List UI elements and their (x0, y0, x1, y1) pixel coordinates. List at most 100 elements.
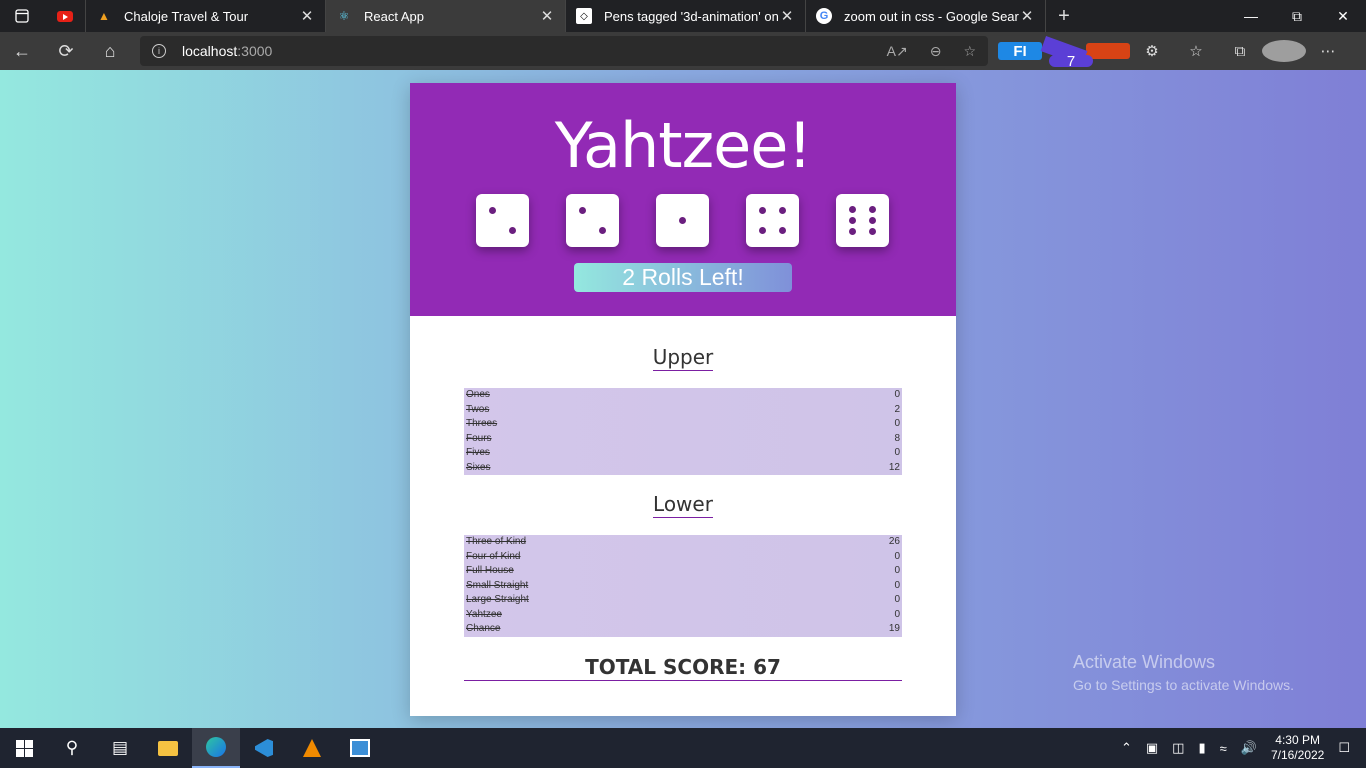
home-icon[interactable]: ⌂ (88, 32, 132, 70)
die-pip (759, 207, 766, 214)
profile-avatar[interactable] (1262, 40, 1306, 62)
tab-react-app[interactable]: ⚛ React App ✕ (326, 0, 566, 32)
display-icon[interactable]: ◫ (1172, 740, 1184, 756)
react-icon: ⚛ (338, 9, 350, 23)
vscode-icon[interactable] (240, 728, 288, 768)
task-view-icon[interactable]: ▤ (96, 728, 144, 768)
rule-score: 0 (894, 579, 900, 591)
die-pip (869, 228, 876, 235)
die-pip (869, 206, 876, 213)
rule-row[interactable]: Fours 8 (464, 432, 902, 447)
roll-button[interactable]: 2 Rolls Left! (574, 263, 792, 292)
rule-row[interactable]: Ones 0 (464, 388, 902, 403)
tab-title: React App (364, 8, 424, 24)
chevron-up-icon[interactable]: ⌃ (1121, 740, 1132, 756)
battery-icon[interactable]: ▮ (1198, 740, 1205, 756)
minimize-icon[interactable]: — (1228, 0, 1274, 32)
extensions-area: FI 7 ⚙ ☆ ⧉ ⋯ (998, 35, 1350, 69)
die-4[interactable] (746, 194, 799, 247)
page-viewport: Yahtzee! 2 Rolls Left! Upper Ones 0 Twos 2 T… (0, 70, 1366, 728)
vlc-icon[interactable] (288, 728, 336, 768)
more-menu-icon[interactable]: ⋯ (1306, 42, 1350, 60)
tab-actions-icon[interactable] (0, 0, 44, 32)
die-1[interactable] (476, 194, 529, 247)
rule-score: 0 (894, 594, 900, 605)
rule-row[interactable]: Fives 0 (464, 446, 902, 461)
zoom-out-icon[interactable]: ⊖ (930, 43, 942, 60)
rule-row[interactable]: Chance 19 (464, 622, 902, 637)
url-host: localhost (182, 43, 238, 59)
extension-stack-icon[interactable]: 7 (1040, 35, 1094, 69)
search-icon[interactable]: ⚲ (48, 728, 96, 768)
rule-row[interactable]: Three of Kind 26 (464, 535, 902, 550)
rule-row[interactable]: Twos 2 (464, 403, 902, 418)
rule-score: 0 (894, 565, 900, 576)
tab-youtube[interactable] (44, 0, 86, 32)
edge-icon[interactable] (192, 728, 240, 768)
rule-row[interactable]: Large Straight 0 (464, 593, 902, 608)
close-tab-icon[interactable]: ✕ (299, 7, 315, 25)
rule-row[interactable]: Threes 0 (464, 417, 902, 432)
codepen-icon: ◇ (576, 8, 592, 24)
watermark-title: Activate Windows (1073, 652, 1216, 672)
wifi-icon[interactable]: ≈ (1220, 741, 1227, 756)
die-pip (849, 206, 856, 213)
score-table: Upper Ones 0 Twos 2 Threes 0 Fours 8 Fives 0 Sixes… (410, 345, 956, 681)
start-icon[interactable] (0, 728, 48, 768)
die-3[interactable] (656, 194, 709, 247)
close-window-icon[interactable]: ✕ (1320, 0, 1366, 32)
rule-score: 26 (888, 536, 900, 547)
tab-google[interactable]: G zoom out in css - Google Search ✕ (806, 0, 1046, 32)
clock[interactable]: 4:30 PM 7/16/2022 (1271, 733, 1324, 763)
add-favorite-icon[interactable]: ☆ (963, 43, 976, 60)
close-tab-icon[interactable]: ✕ (539, 7, 555, 25)
volume-icon[interactable]: 🔊 (1241, 740, 1257, 756)
rule-row[interactable]: Small Straight 0 (464, 579, 902, 594)
restore-icon[interactable]: ⧉ (1274, 0, 1320, 32)
system-tray: ⌃ ▣ ◫ ▮ ≈ 🔊 4:30 PM 7/16/2022 ☐ (1121, 733, 1366, 763)
tab-codepen[interactable]: ◇ Pens tagged '3d-animation' on C ✕ (566, 0, 806, 32)
back-icon[interactable]: ← (0, 32, 44, 70)
die-2[interactable] (566, 194, 619, 247)
new-tab-button[interactable]: + (1046, 0, 1082, 32)
extension-fi-icon[interactable]: FI (998, 42, 1042, 60)
upper-rules-table: Ones 0 Twos 2 Threes 0 Fours 8 Fives 0 Sixes 12 (464, 388, 902, 475)
rule-row[interactable]: Sixes 12 (464, 461, 902, 476)
tab-chaloje[interactable]: ▲ Chaloje Travel & Tour ✕ (86, 0, 326, 32)
rule-name: Full House (466, 565, 514, 576)
activate-windows-watermark: Activate Windows Go to Settings to activ… (1073, 652, 1294, 693)
read-aloud-icon[interactable]: A↗ (887, 43, 908, 60)
favorites-icon[interactable]: ☆ (1174, 42, 1218, 60)
die-pip (489, 207, 496, 214)
rule-row[interactable]: Full House 0 (464, 564, 902, 579)
extension-red-icon[interactable] (1086, 43, 1130, 59)
rule-score: 0 (894, 550, 900, 562)
windows-taskbar: ⚲ ▤ ⌃ ▣ ◫ ▮ ≈ 🔊 4:30 PM 7/16/2022 ☐ (0, 728, 1366, 768)
address-input[interactable]: i localhost:3000 A↗ ⊖ ☆ (140, 36, 988, 66)
meet-now-icon[interactable]: ▣ (1146, 740, 1158, 756)
close-tab-icon[interactable]: ✕ (779, 7, 795, 25)
collections-icon[interactable]: ⧉ (1218, 43, 1262, 60)
notifications-icon[interactable]: ☐ (1338, 740, 1350, 756)
rule-name: Twos (466, 403, 490, 415)
rule-score: 2 (894, 403, 900, 415)
site-info-icon[interactable]: i (152, 44, 166, 58)
close-tab-icon[interactable]: ✕ (1019, 7, 1035, 25)
rule-row[interactable]: Four of Kind 0 (464, 550, 902, 565)
die-pip (599, 227, 606, 234)
die-pip (779, 207, 786, 214)
refresh-icon[interactable]: ⟳ (44, 32, 88, 70)
tab-title: Pens tagged '3d-animation' on C (604, 8, 779, 24)
watermark-subtitle: Go to Settings to activate Windows. (1073, 677, 1294, 693)
file-explorer-icon[interactable] (144, 728, 192, 768)
die-pip (849, 217, 856, 224)
rule-name: Ones (466, 389, 490, 400)
rule-name: Fives (466, 447, 490, 458)
lower-section-title: Lower (653, 492, 713, 518)
upper-section-title: Upper (652, 345, 714, 371)
rule-row[interactable]: Yahtzee 0 (464, 608, 902, 623)
photos-icon[interactable] (336, 728, 384, 768)
extensions-puzzle-icon[interactable]: ⚙ (1130, 42, 1174, 60)
die-5[interactable] (836, 194, 889, 247)
rule-score: 19 (888, 623, 900, 634)
